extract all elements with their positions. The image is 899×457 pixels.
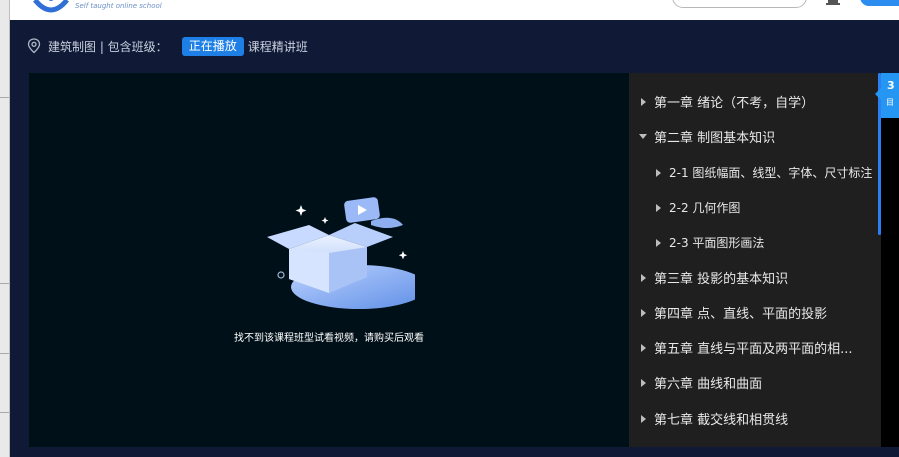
chapter-label: 第四章 点、直线、平面的投影 — [654, 307, 828, 322]
caret-right-icon — [641, 308, 646, 317]
chapter-label: 第五章 直线与平面及两平面的相... — [654, 342, 853, 357]
chapter-label: 第一章 绪论（不考，自学） — [654, 96, 815, 111]
top-header: Self taught online school — [9, 0, 899, 20]
caret-right-icon — [656, 168, 661, 177]
search-input[interactable] — [672, 0, 807, 8]
lesson-label: 2-1 图纸幅面、线型、字体、尺寸标注 — [669, 166, 873, 180]
caret-right-icon — [641, 343, 646, 352]
chapter-label: 第二章 制图基本知识 — [654, 131, 776, 146]
lesson-label: 2-2 几何作图 — [669, 201, 741, 215]
chapter-label: 第七章 截交线和相贯线 — [654, 413, 789, 428]
empty-box-illustration — [267, 197, 415, 309]
caret-right-icon — [641, 97, 646, 106]
course-name: 建筑制图 | 包含班级： — [48, 39, 168, 54]
lesson-label: 2-3 平面图形画法 — [669, 236, 765, 250]
notification-bell-icon[interactable] — [824, 0, 842, 6]
video-player[interactable]: 找不到该课程班型试看视频，请购买后观看 — [29, 73, 629, 447]
lesson-item[interactable]: 2-3 平面图形画法 — [629, 225, 881, 260]
lesson-item[interactable]: 2-2 几何作图 — [629, 190, 881, 225]
chapter-label: 第三章 投影的基本知识 — [654, 272, 789, 287]
chapter-item[interactable]: 第五章 直线与平面及两平面的相... — [629, 330, 881, 365]
class-name[interactable]: 课程精讲班 — [248, 38, 308, 55]
lesson-item[interactable]: 2-1 图纸幅面、线型、字体、尺寸标注 — [629, 155, 881, 190]
location-pin-icon — [27, 38, 41, 54]
chapter-item[interactable]: 第一章 绪论（不考，自学） — [629, 84, 881, 119]
caret-right-icon — [641, 378, 646, 387]
caret-right-icon — [641, 273, 646, 282]
chapter-item[interactable]: 第七章 截交线和相贯线 — [629, 401, 881, 436]
chapter-item[interactable]: 第三章 投影的基本知识 — [629, 260, 881, 295]
now-playing-badge: 正在播放 — [181, 36, 244, 56]
caret-right-icon — [641, 414, 646, 423]
side-panel — [881, 73, 899, 447]
site-logo-icon[interactable] — [31, 0, 71, 16]
caret-right-icon — [656, 203, 661, 212]
breadcrumb: 建筑制图 | 包含班级： 正在播放 课程精讲班 — [27, 36, 308, 56]
chapter-label: 第六章 曲线和曲面 — [654, 377, 763, 392]
trial-unavailable-notice: 找不到该课程班型试看视频，请购买后观看 — [234, 333, 424, 344]
chapter-list: 第一章 绪论（不考，自学） 第二章 制图基本知识 2-1 图纸幅面、线型、字体、… — [629, 73, 881, 447]
chapter-item[interactable]: 第四章 点、直线、平面的投影 — [629, 295, 881, 330]
login-button[interactable] — [860, 0, 899, 6]
catalog-tab[interactable]: 3 目 — [881, 73, 899, 118]
chapter-item[interactable]: 第二章 制图基本知识 — [629, 119, 881, 154]
chapter-item[interactable]: 第六章 曲线和曲面 — [629, 365, 881, 400]
window-edge — [0, 0, 10, 457]
caret-down-icon — [639, 134, 647, 139]
catalog-tab-text: 目 — [886, 98, 894, 107]
caret-right-icon — [656, 238, 661, 247]
logo-subtitle: Self taught online school — [75, 2, 162, 10]
catalog-tab-text: 3 — [887, 79, 895, 92]
